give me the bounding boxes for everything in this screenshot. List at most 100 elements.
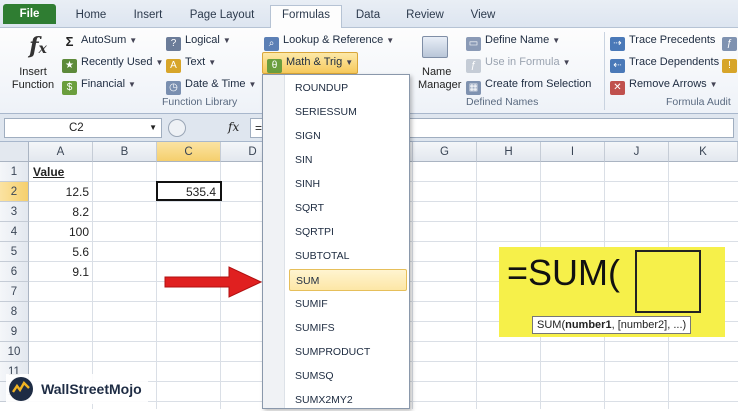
function-item-subtotal[interactable]: SUBTOTAL [289, 245, 407, 267]
tab-file[interactable]: File [3, 4, 56, 24]
use-in-formula-label: Use in Formula [485, 56, 560, 68]
tooltip-rest: , [number2], ...) [611, 319, 687, 331]
column-header-k[interactable]: K [669, 142, 738, 162]
name-manager-button[interactable]: Name Manager [412, 32, 462, 94]
cell-c2[interactable]: 535.4 [156, 181, 222, 201]
select-all-corner[interactable] [0, 142, 29, 162]
warning-icon: ! [722, 59, 737, 73]
chevron-down-icon: ▼ [552, 36, 561, 45]
name-manager-label-2: Manager [418, 79, 462, 91]
cell-a5[interactable]: 5.6 [29, 242, 93, 262]
binoculars-icon: ⌕ [264, 37, 279, 51]
row-header-2[interactable]: 2 [0, 182, 29, 202]
function-item-sumx2my2[interactable]: SUMX2MY2 [289, 389, 407, 411]
row-header-5[interactable]: 5 [0, 242, 29, 262]
ribbon-tab-bar: File Home Insert Page Layout Formulas Da… [0, 0, 738, 28]
text-button[interactable]: A Text ▼ [166, 53, 216, 73]
create-from-selection-button[interactable]: ▦ Create from Selection [466, 75, 591, 95]
function-item-sinh[interactable]: SINH [289, 173, 407, 195]
function-item-sumif[interactable]: SUMIF [289, 293, 407, 315]
cell-a4[interactable]: 100 [29, 222, 93, 242]
tooltip-fn: SUM( [537, 319, 566, 331]
logo-mark-icon [9, 377, 33, 401]
function-item-sumsq[interactable]: SUMSQ [289, 365, 407, 387]
define-name-button[interactable]: ▭ Define Name ▼ [466, 31, 560, 51]
logical-button[interactable]: ? Logical ▼ [166, 31, 231, 51]
row-header-10[interactable]: 10 [0, 342, 29, 362]
name-box[interactable]: C2 ▼ [4, 118, 162, 138]
function-item-sin[interactable]: SIN [289, 149, 407, 171]
define-name-label: Define Name [485, 34, 550, 46]
column-header-a[interactable]: A [29, 142, 93, 162]
remove-arrows-button[interactable]: ✕ Remove Arrows ▼ [610, 75, 718, 95]
row-header-6[interactable]: 6 [0, 262, 29, 282]
cell-a3[interactable]: 8.2 [29, 202, 93, 222]
function-item-sqrt[interactable]: SQRT [289, 197, 407, 219]
function-item-sign[interactable]: SIGN [289, 125, 407, 147]
cell-a2[interactable]: 12.5 [29, 182, 93, 202]
column-header-g[interactable]: G [413, 142, 477, 162]
column-header-i[interactable]: I [541, 142, 605, 162]
cell-a6[interactable]: 9.1 [29, 262, 93, 282]
column-header-j[interactable]: J [605, 142, 669, 162]
remove-arrow-icon: ✕ [610, 81, 625, 95]
recently-used-button[interactable]: ★ Recently Used ▼ [62, 53, 163, 73]
row-header-4[interactable]: 4 [0, 222, 29, 242]
column-header-b[interactable]: B [93, 142, 157, 162]
math-trig-button[interactable]: θ Math & Trig ▼ [262, 52, 359, 74]
math-trig-dropdown: ROUNDUP SERIESSUM SIGN SIN SINH SQRT SQR… [262, 74, 410, 409]
chevron-down-icon: ▼ [222, 36, 231, 45]
tab-page-layout[interactable]: Page Layout [182, 6, 262, 28]
function-item-sumproduct[interactable]: SUMPRODUCT [289, 341, 407, 363]
callout-formula-text: =SUM( [507, 252, 621, 293]
math-trig-label: Math & Trig [286, 56, 343, 68]
formula-view-icon: ƒ [722, 37, 737, 51]
financial-button[interactable]: $ Financial ▼ [62, 75, 136, 95]
grid-select-icon: ▦ [466, 81, 481, 95]
row-header-1[interactable]: 1 [0, 162, 29, 182]
tooltip-arg1: number1 [565, 319, 612, 331]
row-header-3[interactable]: 3 [0, 202, 29, 222]
insert-function-button[interactable]: fx Insert Function [4, 30, 62, 94]
fx-icon: fx [29, 33, 47, 59]
group-separator [604, 32, 605, 110]
row-header-8[interactable]: 8 [0, 302, 29, 322]
financial-label: Financial [81, 78, 126, 90]
column-header-c[interactable]: C [157, 142, 221, 162]
trace-precedents-button[interactable]: ⇢ Trace Precedents [610, 31, 715, 51]
logical-label: Logical [185, 34, 220, 46]
tag-icon: ▭ [466, 37, 481, 51]
tab-view[interactable]: View [462, 6, 504, 28]
error-checking-icon[interactable]: ! [722, 53, 738, 73]
row-header-7[interactable]: 7 [0, 282, 29, 302]
date-time-button[interactable]: ◷ Date & Time ▼ [166, 75, 256, 95]
cell-a1[interactable]: Value [29, 162, 93, 182]
tab-data[interactable]: Data [350, 6, 386, 28]
show-formulas-icon[interactable]: ƒ [722, 31, 738, 51]
function-item-sumifs[interactable]: SUMIFS [289, 317, 407, 339]
chevron-down-icon: ▼ [128, 80, 136, 89]
function-library-label: Function Library [162, 96, 238, 108]
column-header-h[interactable]: H [477, 142, 541, 162]
function-item-sum[interactable]: SUM [289, 269, 407, 291]
use-in-formula-button[interactable]: ƒ Use in Formula ▼ [466, 53, 571, 73]
function-item-roundup[interactable]: ROUNDUP [289, 77, 407, 99]
tab-home[interactable]: Home [68, 6, 114, 28]
trace-dependents-button[interactable]: ⇠ Trace Dependents [610, 53, 719, 73]
logic-book-icon: ? [166, 37, 181, 51]
tab-review[interactable]: Review [400, 6, 450, 28]
autosum-button[interactable]: Σ AutoSum ▼ [62, 31, 138, 50]
star-book-icon: ★ [62, 59, 77, 73]
trace-dependents-label: Trace Dependents [629, 56, 720, 68]
chevron-down-icon: ▼ [155, 58, 164, 67]
lookup-reference-button[interactable]: ⌕ Lookup & Reference ▼ [264, 31, 394, 51]
tab-insert[interactable]: Insert [126, 6, 170, 28]
function-item-seriessum[interactable]: SERIESSUM [289, 101, 407, 123]
function-item-sqrtpi[interactable]: SQRTPI [289, 221, 407, 243]
defined-names-label: Defined Names [466, 96, 539, 108]
tab-formulas[interactable]: Formulas [270, 5, 342, 28]
row-header-9[interactable]: 9 [0, 322, 29, 342]
fx-button[interactable]: fx [228, 120, 239, 134]
chevron-down-icon: ▼ [248, 80, 257, 89]
lookup-reference-label: Lookup & Reference [283, 34, 384, 46]
